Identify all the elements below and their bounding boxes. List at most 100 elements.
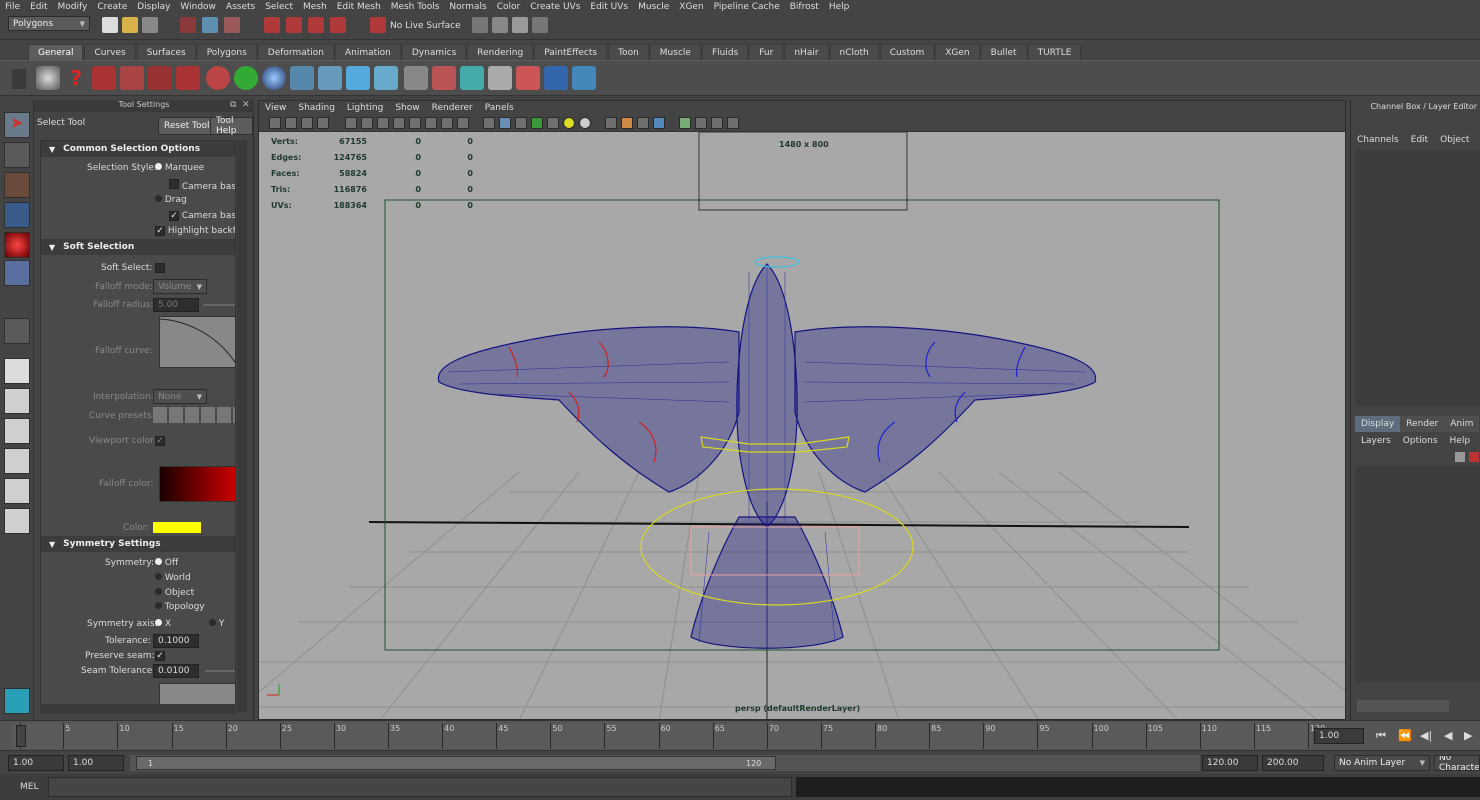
layer-tab-render[interactable]: Render bbox=[1400, 416, 1445, 432]
viewport-menu-panels[interactable]: Panels bbox=[479, 103, 520, 113]
graph-editor-icon[interactable] bbox=[404, 66, 428, 90]
menu-xgen[interactable]: XGen bbox=[674, 2, 708, 12]
falloff-radius-field[interactable]: 5.00 bbox=[153, 298, 199, 312]
interpolation-dropdown[interactable]: None ▼ bbox=[153, 389, 207, 404]
range-handle[interactable] bbox=[136, 756, 776, 770]
menu-color[interactable]: Color bbox=[492, 2, 526, 12]
safe-title-icon[interactable] bbox=[441, 117, 453, 129]
camera-based-1-option[interactable]: Camera based bbox=[169, 179, 235, 192]
motion-blur-icon[interactable] bbox=[621, 117, 633, 129]
symmetry-world-option[interactable]: World bbox=[155, 573, 191, 583]
xray-active-icon[interactable] bbox=[711, 117, 723, 129]
layer-list[interactable] bbox=[1355, 466, 1480, 682]
sphere-icon[interactable] bbox=[262, 66, 286, 90]
falloff-curve-graph[interactable] bbox=[159, 316, 235, 368]
joint-icon[interactable] bbox=[290, 66, 314, 90]
tolerance-field[interactable]: 0.1000 bbox=[153, 634, 199, 648]
channel-menu-object[interactable]: Object bbox=[1434, 132, 1475, 148]
falloff-color-ramp[interactable] bbox=[159, 466, 235, 502]
snap-view-icon[interactable] bbox=[330, 17, 346, 33]
menu-modify[interactable]: Modify bbox=[53, 2, 93, 12]
menu-normals[interactable]: Normals bbox=[444, 2, 491, 12]
shelf-tool-5-icon[interactable] bbox=[206, 66, 230, 90]
go-to-start-icon[interactable]: ⏮ bbox=[1376, 729, 1386, 743]
symmetry-off-option[interactable]: Off bbox=[155, 558, 178, 568]
layer-menu-help[interactable]: Help bbox=[1444, 433, 1477, 449]
textured-icon[interactable] bbox=[547, 117, 559, 129]
select-hierarchy-icon[interactable] bbox=[180, 17, 196, 33]
film-gate-icon[interactable] bbox=[361, 117, 373, 129]
smooth-shade-icon[interactable] bbox=[499, 117, 511, 129]
paint-icon[interactable] bbox=[516, 66, 540, 90]
marquee-option[interactable]: Marquee bbox=[155, 163, 204, 173]
layout-view-icon[interactable] bbox=[4, 508, 30, 534]
shelf-tab-fluids[interactable]: Fluids bbox=[701, 44, 749, 60]
color-swatch[interactable] bbox=[153, 522, 201, 533]
shelf-tab-dynamics[interactable]: Dynamics bbox=[401, 44, 467, 60]
snap-grid-icon[interactable] bbox=[264, 17, 280, 33]
common-selection-header[interactable]: ▼ Common Selection Options bbox=[41, 141, 235, 157]
menu-file[interactable]: File bbox=[0, 2, 25, 12]
shelf-tool-4-icon[interactable] bbox=[176, 66, 200, 90]
skin-icon[interactable] bbox=[346, 66, 370, 90]
shelf-tab-xgen[interactable]: XGen bbox=[935, 44, 980, 60]
shelf-tab-bullet[interactable]: Bullet bbox=[980, 44, 1027, 60]
render-settings-icon[interactable] bbox=[532, 17, 548, 33]
viewport-scene[interactable] bbox=[259, 132, 1346, 720]
shelf-tab-custom[interactable]: Custom bbox=[879, 44, 935, 60]
lattice-icon[interactable] bbox=[544, 66, 568, 90]
shelf-tab-fur[interactable]: Fur bbox=[749, 44, 784, 60]
menu-help[interactable]: Help bbox=[824, 2, 855, 12]
ambient-occlusion-icon[interactable] bbox=[605, 117, 617, 129]
tool-help-button[interactable]: Tool Help bbox=[210, 116, 253, 136]
shelf-tab-rendering[interactable]: Rendering bbox=[467, 44, 534, 60]
help-icon[interactable]: ? bbox=[64, 66, 88, 90]
new-scene-icon[interactable] bbox=[102, 17, 118, 33]
ik-icon[interactable] bbox=[318, 66, 342, 90]
move-tool-icon[interactable] bbox=[4, 202, 30, 228]
shelf-tab-ncloth[interactable]: nCloth bbox=[829, 44, 879, 60]
gate-mask-icon[interactable] bbox=[393, 117, 405, 129]
shelf-tab-animation[interactable]: Animation bbox=[334, 44, 401, 60]
camera-based-2-option[interactable]: ✓ Camera based bbox=[169, 211, 235, 221]
symmetry-object-option[interactable]: Object bbox=[155, 588, 194, 598]
field-chart-icon[interactable] bbox=[409, 117, 421, 129]
paint-select-icon[interactable] bbox=[4, 172, 30, 198]
hypershade-view-icon[interactable] bbox=[4, 478, 30, 504]
menu-create[interactable]: Create bbox=[92, 2, 132, 12]
exposure-icon[interactable] bbox=[727, 117, 739, 129]
current-frame-field[interactable]: 1.00 bbox=[1314, 728, 1364, 744]
highlight-backfaces-option[interactable]: ✓ Highlight backfaces bbox=[155, 226, 235, 236]
single-view-icon[interactable] bbox=[4, 358, 30, 384]
layer-tab-display[interactable]: Display bbox=[1355, 416, 1401, 432]
shelf-tab-polygons[interactable]: Polygons bbox=[196, 44, 257, 60]
xray-joints-icon[interactable] bbox=[695, 117, 707, 129]
menu-bifrost[interactable]: Bifrost bbox=[785, 2, 824, 12]
safe-action-icon[interactable] bbox=[425, 117, 437, 129]
menu-create-uvs[interactable]: Create UVs bbox=[525, 2, 585, 12]
layer-tab-anim[interactable]: Anim bbox=[1444, 416, 1480, 432]
new-layer-selected-icon[interactable] bbox=[1469, 452, 1479, 462]
cube-icon[interactable] bbox=[460, 66, 484, 90]
float-panel-icon[interactable]: ⧉ bbox=[230, 100, 236, 110]
soft-selection-header[interactable]: ▼ Soft Selection bbox=[41, 239, 235, 255]
preserve-seam-checkbox[interactable]: ✓ bbox=[155, 651, 165, 661]
character-dropdown[interactable]: No Characte bbox=[1434, 755, 1480, 771]
wireframe-icon[interactable] bbox=[483, 117, 495, 129]
camera-attr-icon[interactable] bbox=[285, 117, 297, 129]
channel-menu-sh[interactable]: Sh bbox=[1475, 132, 1480, 148]
channel-list[interactable] bbox=[1355, 150, 1480, 406]
select-object-icon[interactable] bbox=[202, 17, 218, 33]
settings-scrollbar[interactable] bbox=[237, 140, 247, 712]
viewport-menu-view[interactable]: View bbox=[259, 103, 292, 113]
menu-edit-mesh[interactable]: Edit Mesh bbox=[332, 2, 386, 12]
menu-edit[interactable]: Edit bbox=[25, 2, 52, 12]
close-panel-icon[interactable]: ✕ bbox=[242, 100, 250, 110]
menu-mesh[interactable]: Mesh bbox=[298, 2, 332, 12]
locator-icon[interactable] bbox=[572, 66, 596, 90]
shelf-tool-6-icon[interactable] bbox=[234, 66, 258, 90]
falloff-mode-dropdown[interactable]: Volume ▼ bbox=[153, 279, 207, 294]
render-frame-icon[interactable] bbox=[492, 17, 508, 33]
polygon-icon[interactable] bbox=[488, 66, 512, 90]
layer-hscrollbar[interactable] bbox=[1357, 700, 1449, 712]
